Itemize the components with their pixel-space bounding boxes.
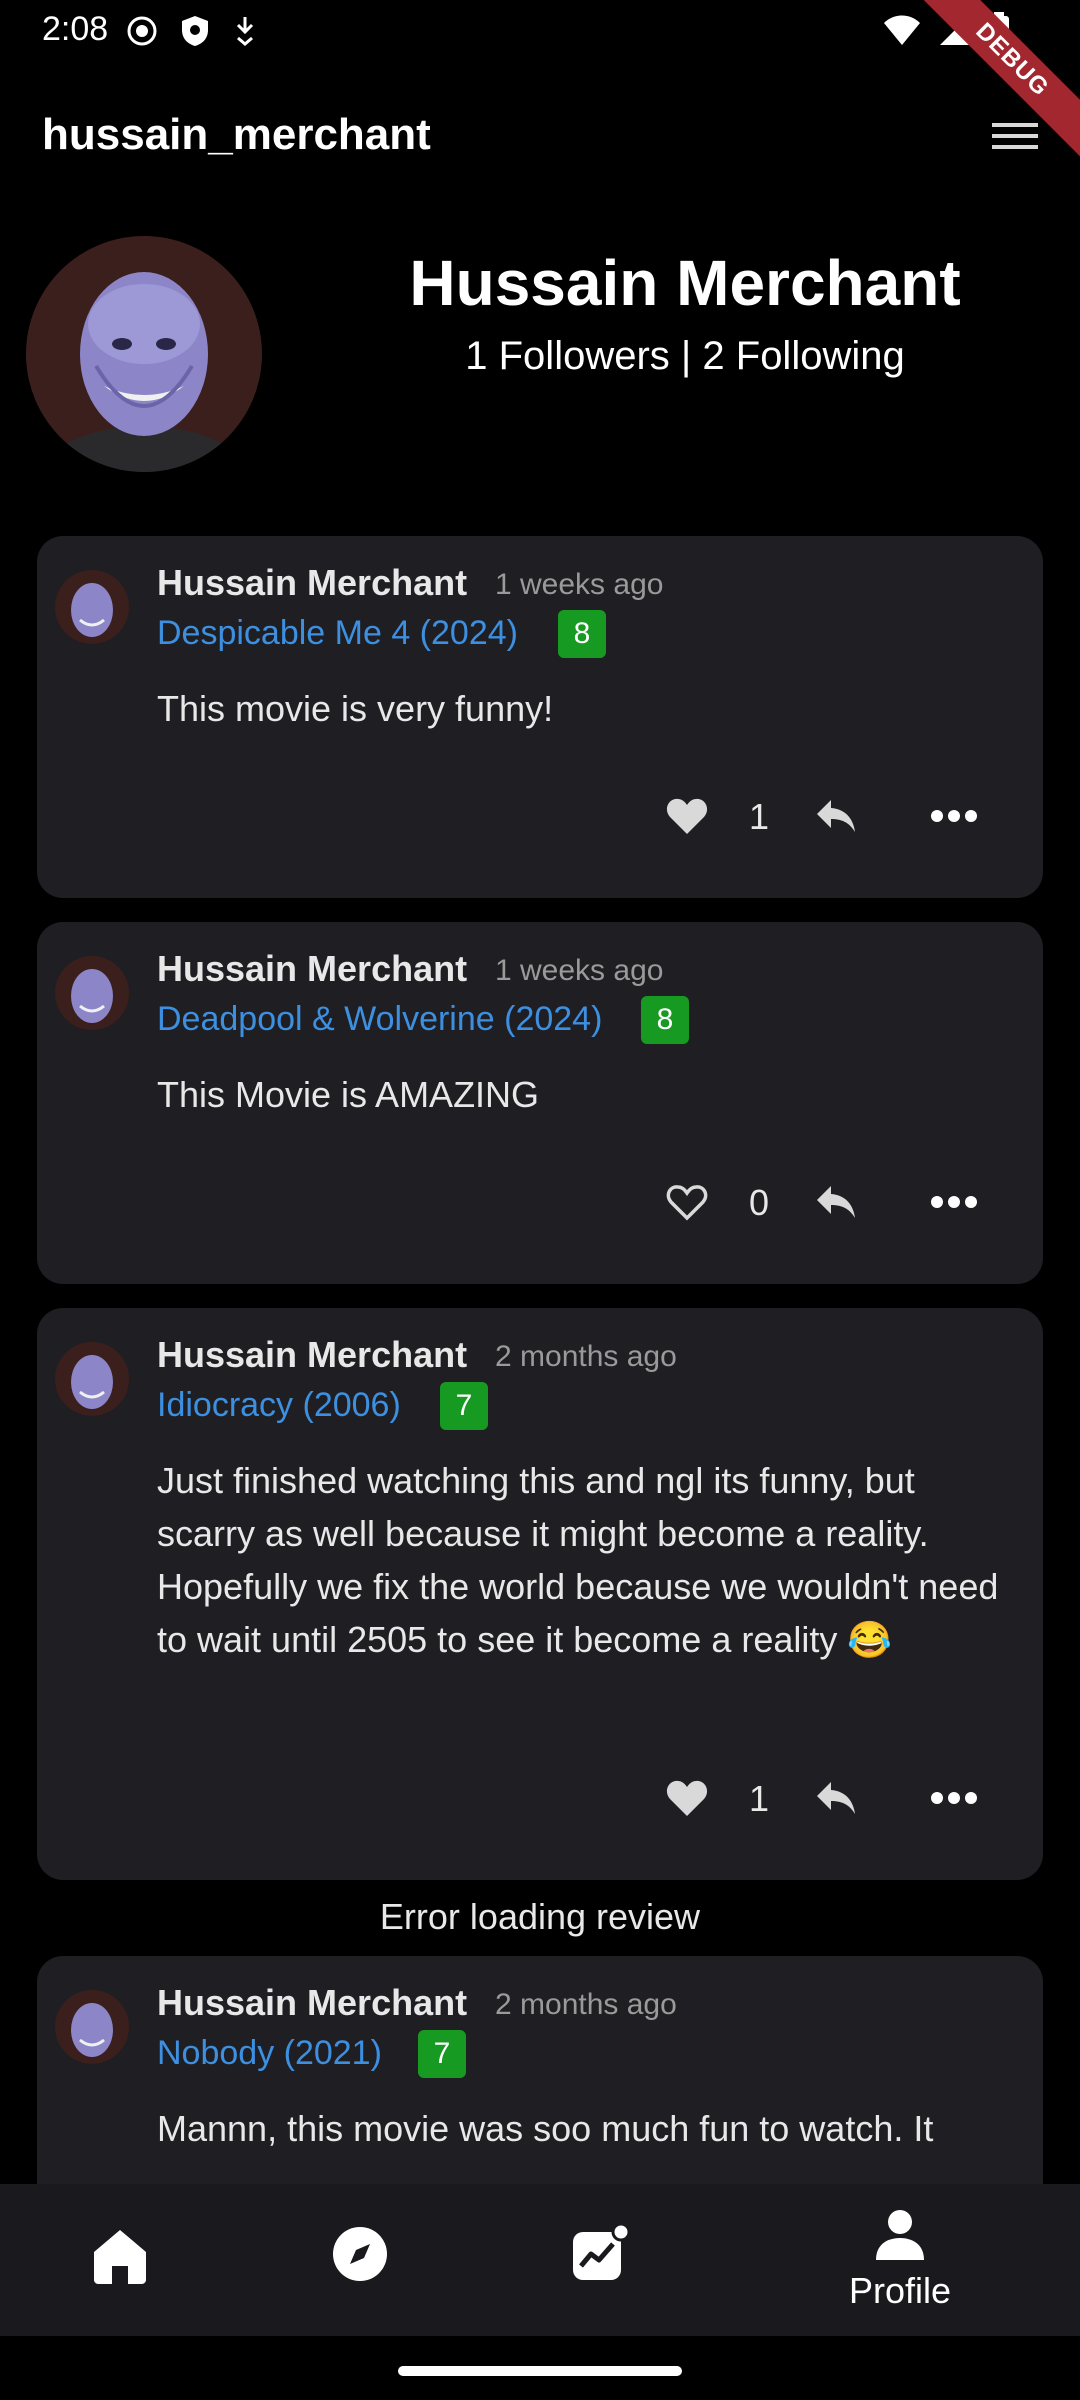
nav-explore[interactable] <box>260 2184 460 2336</box>
review-avatar[interactable] <box>55 1990 129 2064</box>
movie-link[interactable]: Idiocracy (2006) <box>157 1386 401 1425</box>
review-card[interactable]: Hussain Merchant 2 months ago Idiocracy … <box>37 1308 1043 1880</box>
like-count: 1 <box>749 796 770 837</box>
bottom-nav: Profile <box>0 2184 1080 2336</box>
score-badge: 8 <box>558 610 606 658</box>
review-text: This movie is very funny! <box>157 688 554 729</box>
review-actions: 1 <box>37 786 1043 846</box>
more-options-icon[interactable] <box>929 796 979 836</box>
app-bar-title: hussain_merchant <box>42 110 431 159</box>
review-avatar[interactable] <box>55 956 129 1030</box>
movie-link[interactable]: Nobody (2021) <box>157 2034 382 2073</box>
score-badge: 8 <box>641 996 689 1044</box>
reply-icon[interactable] <box>813 1178 857 1222</box>
follow-stats[interactable]: 1 Followers | 2 Following <box>400 334 970 379</box>
review-text: This Movie is AMAZING <box>157 1074 540 1115</box>
wifi-icon <box>884 15 920 45</box>
error-message: Error loading review <box>379 1896 701 1937</box>
status-time: 2:08 <box>42 10 109 48</box>
review-card[interactable]: Hussain Merchant 1 weeks ago Despicable … <box>37 536 1043 898</box>
review-time: 1 weeks ago <box>495 568 664 601</box>
review-avatar[interactable] <box>55 570 129 644</box>
review-time: 2 months ago <box>495 1340 677 1373</box>
movie-link[interactable]: Despicable Me 4 (2024) <box>157 614 518 653</box>
review-actions: 1 <box>37 1768 1043 1828</box>
review-time: 1 weeks ago <box>495 954 664 987</box>
heart-outline-icon[interactable] <box>665 1172 709 1232</box>
reply-icon[interactable] <box>813 792 857 836</box>
more-options-icon[interactable] <box>929 1182 979 1222</box>
like-count: 1 <box>749 1778 770 1819</box>
review-actions: 0 <box>37 1172 1043 1232</box>
home-icon <box>94 2230 146 2284</box>
review-author[interactable]: Hussain Merchant <box>157 1982 467 2024</box>
hamburger-menu-icon <box>992 123 1038 149</box>
profile-avatar[interactable] <box>26 236 262 472</box>
nav-home[interactable] <box>20 2184 220 2336</box>
score-badge: 7 <box>440 1382 488 1430</box>
shield-icon <box>182 16 208 46</box>
review-avatar[interactable] <box>55 1342 129 1416</box>
status-bar: 2:08 DEBUG <box>0 0 1080 167</box>
profile-icon <box>876 2210 924 2260</box>
review-text: Mannn, this movie was soo much fun to wa… <box>157 2108 934 2149</box>
score-badge: 7 <box>418 2030 466 2078</box>
reply-icon[interactable] <box>813 1774 857 1818</box>
download-icon <box>236 17 254 46</box>
movie-link[interactable]: Deadpool & Wolverine (2024) <box>157 1000 602 1039</box>
review-author[interactable]: Hussain Merchant <box>157 562 467 604</box>
heart-filled-icon[interactable] <box>665 1768 709 1828</box>
nav-profile-label: Profile <box>848 2270 952 2311</box>
review-author[interactable]: Hussain Merchant <box>157 1334 467 1376</box>
more-options-icon[interactable] <box>929 1778 979 1818</box>
like-count: 0 <box>749 1182 770 1223</box>
menu-button[interactable] <box>988 112 1042 160</box>
gesture-handle[interactable] <box>398 2366 682 2376</box>
review-card[interactable]: Hussain Merchant 1 weeks ago Deadpool & … <box>37 922 1043 1284</box>
nav-activity[interactable] <box>497 2184 697 2336</box>
explore-icon <box>333 2227 387 2281</box>
review-text: Just finished watching this and ngl its … <box>157 1460 999 1660</box>
heart-filled-icon[interactable] <box>665 786 709 846</box>
record-icon <box>127 16 157 46</box>
review-time: 2 months ago <box>495 1988 677 2021</box>
nav-profile[interactable]: Profile <box>800 2184 1000 2336</box>
review-author[interactable]: Hussain Merchant <box>157 948 467 990</box>
activity-icon <box>573 2222 631 2280</box>
profile-name: Hussain Merchant <box>409 247 961 319</box>
